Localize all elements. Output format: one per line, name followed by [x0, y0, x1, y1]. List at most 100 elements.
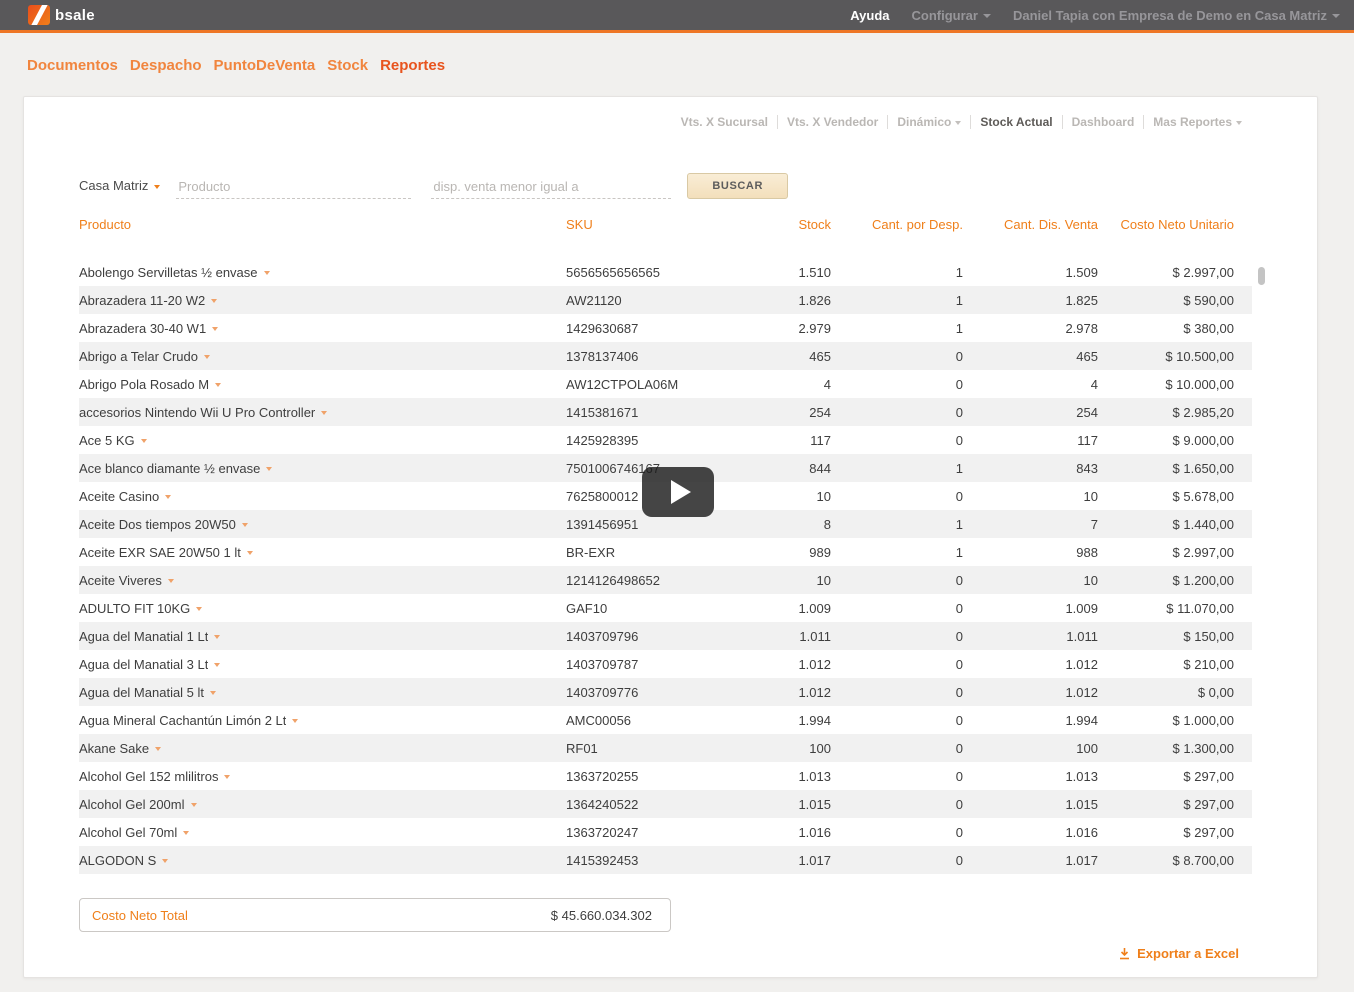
product-cell: Abolengo Servilletas ½ envase: [79, 265, 566, 280]
cant-por-desp-cell: 1: [831, 293, 963, 308]
subnav-vts-x-sucursal[interactable]: Vts. X Sucursal: [672, 115, 777, 129]
product-dropdown-caret-icon[interactable]: [214, 663, 220, 667]
product-name: Abrazadera 30-40 W1: [79, 321, 206, 336]
product-dropdown-caret-icon[interactable]: [141, 439, 147, 443]
table-row: Aceite Viveres121412649865210010$ 1.200,…: [79, 566, 1252, 594]
nav-item-stock[interactable]: Stock: [327, 57, 368, 74]
cant-dis-venta-cell: 843: [963, 461, 1098, 476]
costo-neto-unitario-cell: $ 1.300,00: [1098, 741, 1234, 756]
product-dropdown-caret-icon[interactable]: [264, 271, 270, 275]
cant-dis-venta-cell: 254: [963, 405, 1098, 420]
available-qty-input[interactable]: [431, 175, 671, 199]
product-dropdown-caret-icon[interactable]: [266, 467, 272, 471]
sku-cell: 1429630687: [566, 321, 736, 336]
cant-por-desp-cell: 0: [831, 685, 963, 700]
table-scrollbar-thumb[interactable]: [1258, 267, 1265, 285]
product-dropdown-caret-icon[interactable]: [292, 719, 298, 723]
cant-por-desp-cell: 0: [831, 853, 963, 868]
cant-por-desp-cell: 0: [831, 713, 963, 728]
subnav-dashboard[interactable]: Dashboard: [1062, 115, 1144, 129]
bsale-logo[interactable]: bsale: [28, 5, 95, 25]
cant-dis-venta-cell: 1.994: [963, 713, 1098, 728]
product-cell: accesorios Nintendo Wii U Pro Controller: [79, 405, 566, 420]
product-search-input[interactable]: [176, 175, 411, 199]
subnav-mas-reportes[interactable]: Mas Reportes: [1143, 115, 1251, 129]
product-dropdown-caret-icon[interactable]: [210, 691, 216, 695]
download-icon: [1118, 947, 1131, 960]
subnav-stock-actual[interactable]: Stock Actual: [970, 115, 1061, 129]
table-scrollbar: [1258, 267, 1265, 885]
cant-por-desp-cell: 0: [831, 433, 963, 448]
nav-item-reportes[interactable]: Reportes: [380, 57, 445, 74]
product-name: Ace blanco diamante ½ envase: [79, 461, 260, 476]
cant-dis-venta-cell: 1.509: [963, 265, 1098, 280]
product-dropdown-caret-icon[interactable]: [211, 299, 217, 303]
help-link[interactable]: Ayuda: [850, 8, 889, 23]
sku-cell: AW21120: [566, 293, 736, 308]
table-row: ALGODON S14153924531.01701.017$ 8.700,00: [79, 846, 1252, 874]
table-row: Abolengo Servilletas ½ envase56565656565…: [79, 258, 1252, 286]
product-dropdown-caret-icon[interactable]: [155, 747, 161, 751]
product-name: accesorios Nintendo Wii U Pro Controller: [79, 405, 315, 420]
product-dropdown-caret-icon[interactable]: [183, 831, 189, 835]
table-row: Agua del Manatial 1 Lt14037097961.01101.…: [79, 622, 1252, 650]
cant-dis-venta-cell: 1.016: [963, 825, 1098, 840]
product-name: Akane Sake: [79, 741, 149, 756]
nav-item-documentos[interactable]: Documentos: [27, 57, 118, 74]
product-dropdown-caret-icon[interactable]: [191, 803, 197, 807]
branch-selector[interactable]: Casa Matriz: [79, 178, 160, 199]
cant-por-desp-cell: 1: [831, 321, 963, 336]
sku-cell: 1425928395: [566, 433, 736, 448]
cant-por-desp-cell: 0: [831, 601, 963, 616]
product-dropdown-caret-icon[interactable]: [224, 775, 230, 779]
costo-neto-unitario-cell: $ 2.997,00: [1098, 545, 1234, 560]
product-dropdown-caret-icon[interactable]: [162, 859, 168, 863]
stock-cell: 1.826: [736, 293, 831, 308]
sku-cell: 1363720255: [566, 769, 736, 784]
nav-item-despacho[interactable]: Despacho: [130, 57, 202, 74]
stock-cell: 1.015: [736, 797, 831, 812]
product-dropdown-caret-icon[interactable]: [214, 635, 220, 639]
col-costo-neto-unitario: Costo Neto Unitario: [1098, 217, 1234, 232]
product-dropdown-caret-icon[interactable]: [215, 383, 221, 387]
costo-neto-unitario-cell: $ 5.678,00: [1098, 489, 1234, 504]
product-dropdown-caret-icon[interactable]: [321, 411, 327, 415]
subnav-vts-x-vendedor[interactable]: Vts. X Vendedor: [777, 115, 887, 129]
sku-cell: 1403709796: [566, 629, 736, 644]
product-dropdown-caret-icon[interactable]: [204, 355, 210, 359]
product-dropdown-caret-icon[interactable]: [242, 523, 248, 527]
user-menu[interactable]: Daniel Tapia con Empresa de Demo en Casa…: [1013, 8, 1340, 23]
subnav-dinamico[interactable]: Dinámico: [887, 115, 970, 129]
product-cell: Ace 5 KG: [79, 433, 566, 448]
product-cell: Abrigo a Telar Crudo: [79, 349, 566, 364]
product-dropdown-caret-icon[interactable]: [247, 551, 253, 555]
sku-cell: 1415392453: [566, 853, 736, 868]
sku-cell: 1403709787: [566, 657, 736, 672]
stock-cell: 10: [736, 573, 831, 588]
stock-cell: 465: [736, 349, 831, 364]
costo-neto-unitario-cell: $ 297,00: [1098, 797, 1234, 812]
nav-item-puntodeventa[interactable]: PuntoDeVenta: [214, 57, 316, 74]
sku-cell: AW12CTPOLA06M: [566, 377, 736, 392]
product-cell: ALGODON S: [79, 853, 566, 868]
product-dropdown-caret-icon[interactable]: [168, 579, 174, 583]
product-dropdown-caret-icon[interactable]: [165, 495, 171, 499]
product-dropdown-caret-icon[interactable]: [196, 607, 202, 611]
export-excel-link[interactable]: Exportar a Excel: [24, 932, 1317, 967]
product-dropdown-caret-icon[interactable]: [212, 327, 218, 331]
product-name: Abrigo Pola Rosado M: [79, 377, 209, 392]
product-cell: Aceite EXR SAE 20W50 1 lt: [79, 545, 566, 560]
col-cant-dis-venta: Cant. Dis. Venta: [963, 217, 1098, 232]
table-row: Abrazadera 30-40 W114296306872.97912.978…: [79, 314, 1252, 342]
buscar-button[interactable]: BUSCAR: [687, 173, 788, 199]
table-body: Abolengo Servilletas ½ envase56565656565…: [79, 258, 1252, 874]
sku-cell: 1378137406: [566, 349, 736, 364]
video-play-button[interactable]: [642, 467, 714, 517]
play-icon: [671, 480, 691, 504]
main-nav: Documentos Despacho PuntoDeVenta Stock R…: [0, 33, 1354, 74]
reports-subnav: Vts. X Sucursal Vts. X Vendedor Dinámico…: [24, 97, 1317, 129]
report-panel: Vts. X Sucursal Vts. X Vendedor Dinámico…: [23, 96, 1318, 978]
configure-menu[interactable]: Configurar: [912, 8, 991, 23]
col-producto: Producto: [79, 217, 566, 232]
total-cost-value: $ 45.660.034.302: [551, 908, 652, 923]
